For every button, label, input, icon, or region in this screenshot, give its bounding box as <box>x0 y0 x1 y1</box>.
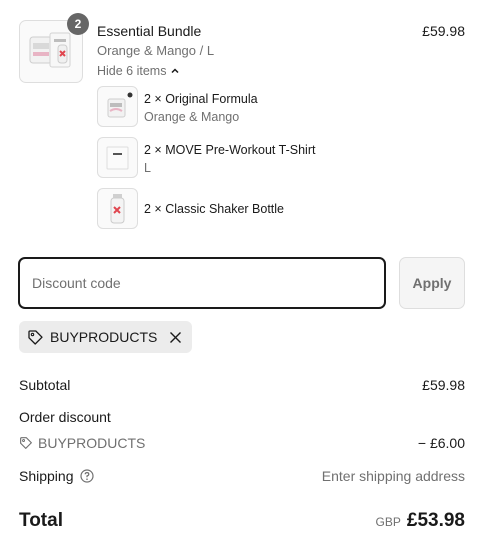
supplement-tub-icon <box>97 86 138 127</box>
total-value: £53.98 <box>406 510 465 531</box>
shipping-value: Enter shipping address <box>321 468 465 484</box>
sub-item-title: 2 × Original Formula <box>144 92 258 106</box>
bundle-title: Essential Bundle <box>97 23 202 39</box>
tshirt-icon <box>97 137 138 178</box>
remove-discount-button[interactable] <box>169 331 182 344</box>
discount-code-summary: BUYPRODUCTS <box>19 435 145 451</box>
bundle-sub-item: 2 × MOVE Pre-Workout T-Shirt L <box>97 137 457 178</box>
tag-icon <box>28 329 43 345</box>
sub-item-variant: L <box>144 161 151 175</box>
bundle-sub-item: 2 × Classic Shaker Bottle <box>97 188 457 229</box>
total-row: Total GBP £53.98 <box>19 510 465 532</box>
subtotal-row: Subtotal £59.98 <box>19 377 465 393</box>
close-icon <box>170 331 182 343</box>
order-discount-row: Order discount <box>19 409 465 425</box>
order-discount-label: Order discount <box>19 409 111 425</box>
shipping-label: Shipping <box>19 468 74 484</box>
quantity-badge: 2 <box>67 13 89 35</box>
subtotal-value: £59.98 <box>422 377 465 393</box>
question-circle-icon[interactable] <box>79 469 94 483</box>
discount-value: − £6.00 <box>417 435 465 451</box>
shipping-row: Shipping Enter shipping address <box>19 468 465 484</box>
bundle-variant: Orange & Mango / L <box>97 43 215 58</box>
subtotal-label: Subtotal <box>19 377 71 393</box>
sub-item-variant: Orange & Mango <box>144 110 240 124</box>
chevron-up-icon <box>171 68 180 74</box>
bundle-sub-item: 2 × Original Formula Orange & Mango <box>97 86 457 127</box>
total-label: Total <box>19 510 63 531</box>
currency-code: GBP <box>375 515 401 529</box>
discount-code-label: BUYPRODUCTS <box>38 435 146 451</box>
sub-item-title: 2 × Classic Shaker Bottle <box>144 202 284 216</box>
hide-items-toggle[interactable]: Hide 6 items <box>97 64 180 78</box>
bundle-thumbnail: 2 <box>19 13 89 83</box>
apply-button[interactable]: Apply <box>399 257 465 309</box>
tag-icon <box>20 437 32 449</box>
hide-items-label: Hide 6 items <box>97 64 167 78</box>
discount-code-input[interactable] <box>18 257 386 309</box>
total-amount: GBP £53.98 <box>376 510 465 532</box>
applied-code-label: BUYPRODUCTS <box>50 329 158 345</box>
discount-code-row: BUYPRODUCTS − £6.00 <box>19 435 465 451</box>
shipping-label-group: Shipping <box>19 468 94 484</box>
sub-item-title: 2 × MOVE Pre-Workout T-Shirt <box>144 143 316 157</box>
shaker-bottle-icon <box>97 188 138 229</box>
bundle-price: £59.98 <box>422 23 465 39</box>
discount-code-form: Apply <box>18 257 465 309</box>
applied-discount-chip: BUYPRODUCTS <box>19 321 193 353</box>
